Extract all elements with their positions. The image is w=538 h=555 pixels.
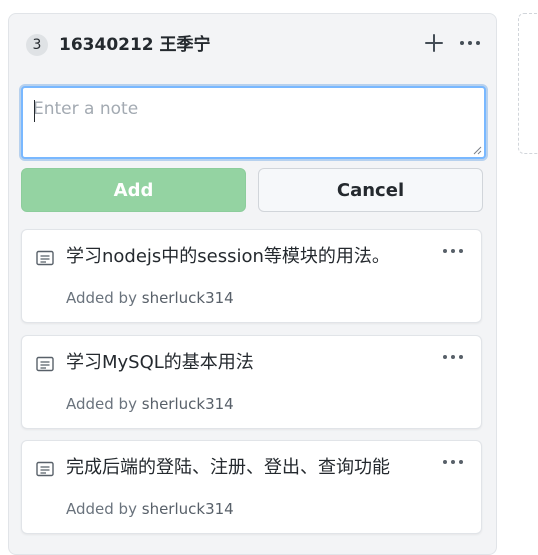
column-more-icon[interactable] <box>459 38 481 48</box>
resize-grip-icon[interactable] <box>472 145 482 155</box>
added-by-label: Added by <box>66 395 137 413</box>
card-more-icon[interactable] <box>442 352 464 362</box>
author-link[interactable]: sherluck314 <box>142 500 234 518</box>
cancel-button[interactable]: Cancel <box>258 168 483 212</box>
note-card[interactable]: 完成后端的登陆、注册、登出、查询功能 Added by sherluck314 <box>21 440 482 534</box>
card-more-icon[interactable] <box>442 457 464 467</box>
note-card-meta: Added by sherluck314 <box>66 392 234 416</box>
added-by-label: Added by <box>66 289 137 307</box>
card-count-badge: 3 <box>26 34 48 56</box>
note-card-text: 完成后端的登陆、注册、登出、查询功能 <box>66 457 390 478</box>
note-card[interactable]: 学习MySQL的基本用法 Added by sherluck314 <box>21 335 482 429</box>
author-link[interactable]: sherluck314 <box>142 395 234 413</box>
add-button[interactable]: Add <box>21 168 246 212</box>
author-link[interactable]: sherluck314 <box>142 289 234 307</box>
column-title: 16340212 王季宁 <box>59 35 211 55</box>
card-more-icon[interactable] <box>442 246 464 256</box>
text-caret <box>34 100 35 122</box>
note-card-meta: Added by sherluck314 <box>66 497 234 521</box>
note-card-text: 学习MySQL的基本用法 <box>66 352 254 373</box>
project-column: 3 16340212 王季宁 Add Cancel 学习nodejs中的sess… <box>8 13 497 555</box>
note-icon <box>36 250 54 266</box>
column-header: 3 16340212 王季宁 <box>9 14 496 76</box>
add-column-placeholder[interactable] <box>518 13 538 154</box>
note-input[interactable] <box>23 88 484 157</box>
note-card-meta: Added by sherluck314 <box>66 286 234 310</box>
plus-icon[interactable] <box>423 32 445 54</box>
added-by-label: Added by <box>66 500 137 518</box>
note-card[interactable]: 学习nodejs中的session等模块的用法。 Added by sherlu… <box>21 229 482 323</box>
note-icon <box>36 461 54 477</box>
note-input-wrapper <box>21 86 486 159</box>
note-card-text: 学习nodejs中的session等模块的用法。 <box>66 246 390 267</box>
note-icon <box>36 356 54 372</box>
